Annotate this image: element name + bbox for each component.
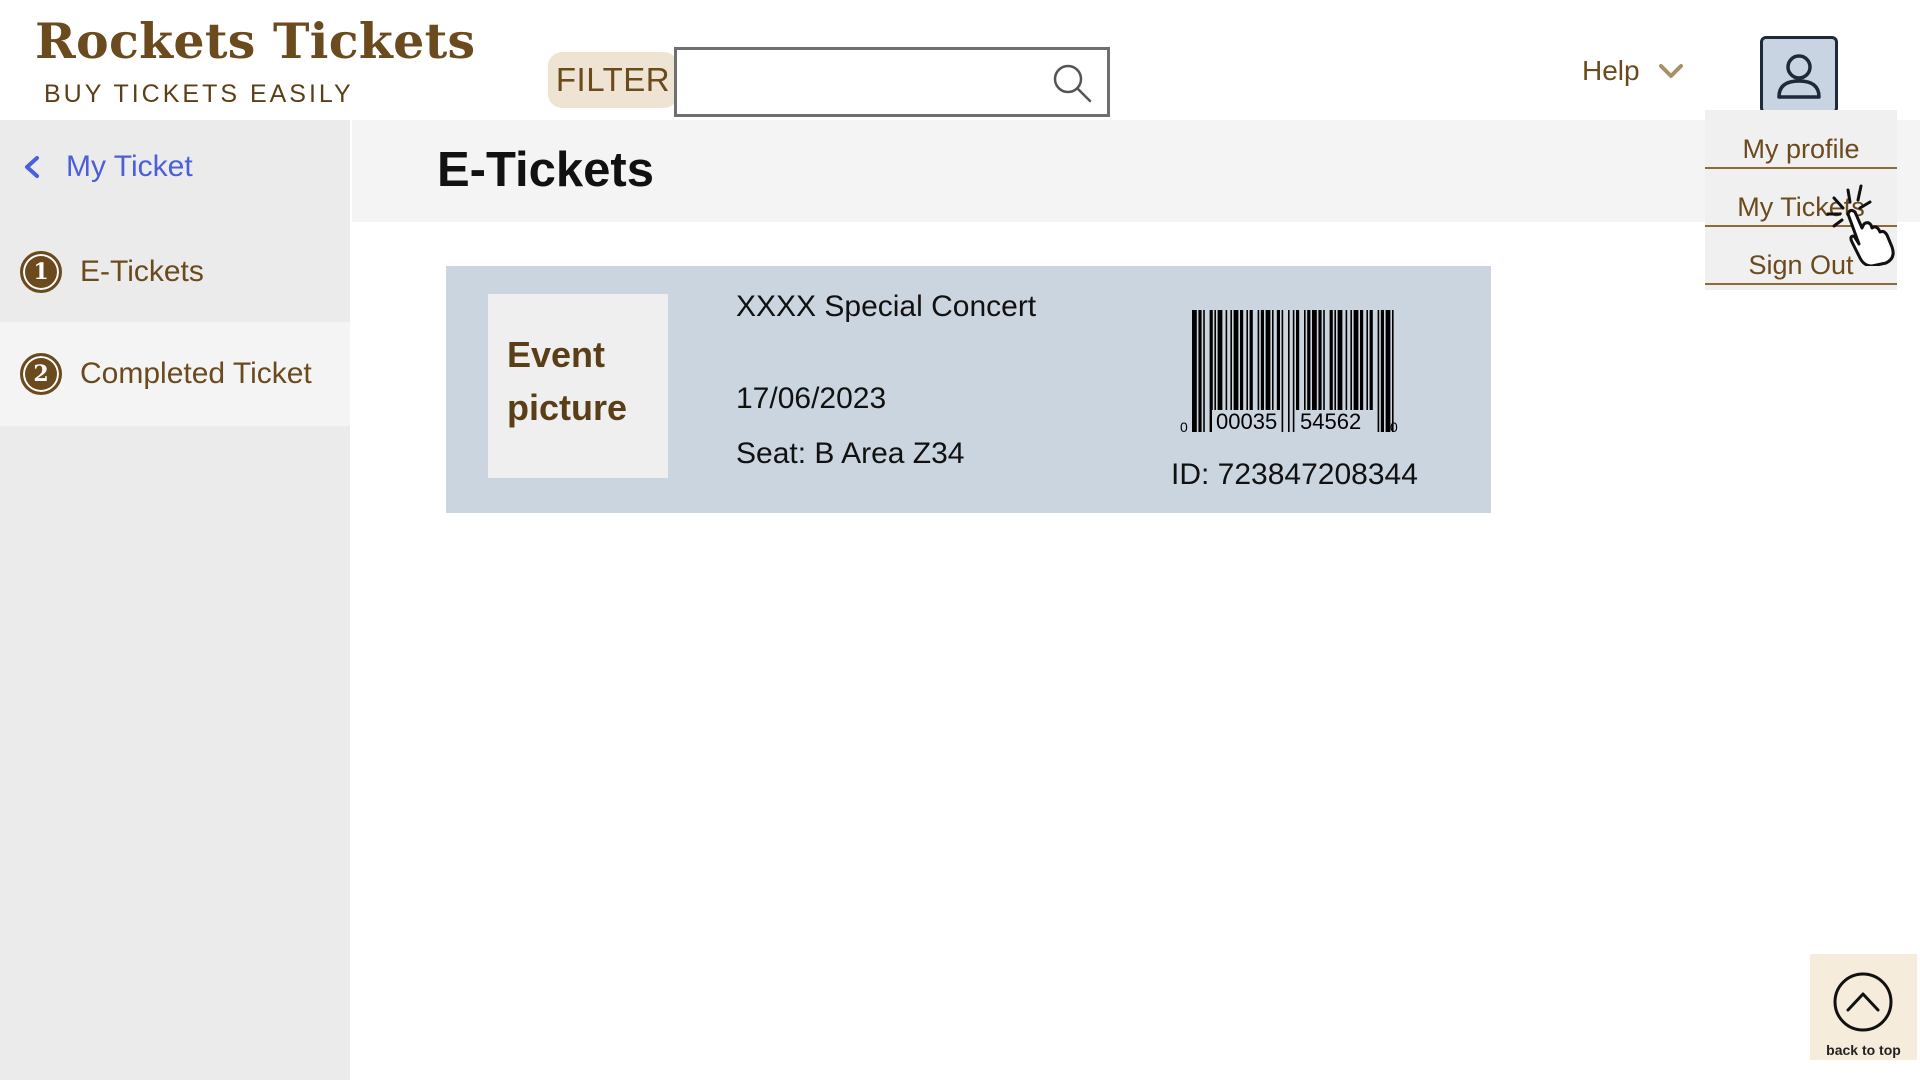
event-picture-placeholder: Event picture (488, 294, 668, 478)
event-name: XXXX Special Concert (736, 290, 1037, 323)
sidebar-item-e-tickets[interactable]: 1 E-Tickets (0, 220, 350, 324)
page-title: E-Tickets (437, 143, 654, 197)
step-badge-2: 2 (20, 353, 62, 395)
sidebar: My Ticket 1 E-Tickets 2 Completed Ticket (0, 120, 350, 1080)
barcode-left-digit: 0 (1180, 419, 1188, 434)
brand-title[interactable]: Rockets Tickets (35, 12, 475, 70)
help-label: Help (1582, 55, 1640, 86)
menu-item-my-profile[interactable]: My profile (1705, 134, 1897, 169)
barcode-group-2: 54562 (1300, 409, 1361, 434)
back-to-top-label: back to top (1826, 1042, 1901, 1058)
sidebar-item-label: Completed Ticket (80, 357, 312, 390)
help-menu[interactable]: Help (1582, 55, 1684, 87)
search-box (674, 47, 1110, 117)
menu-item-my-tickets[interactable]: My Tickets (1705, 192, 1897, 227)
event-date: 17/06/2023 (736, 382, 887, 415)
menu-item-sign-out[interactable]: Sign Out (1705, 250, 1897, 285)
seat-info: Seat: B Area Z34 (736, 437, 965, 470)
search-icon[interactable] (1051, 62, 1093, 104)
user-icon (1777, 54, 1821, 99)
ticket-id: ID: 723847208344 (1171, 458, 1418, 491)
title-bar: E-Tickets (352, 120, 1920, 222)
header: Rockets Tickets BUY TICKETS EASILY FILTE… (0, 0, 1920, 120)
back-link-label: My Ticket (66, 150, 193, 183)
chevron-down-icon (1658, 64, 1683, 78)
arrow-up-circle-icon (1833, 972, 1893, 1032)
back-to-top-button[interactable]: back to top (1810, 954, 1917, 1060)
sidebar-item-label: E-Tickets (80, 255, 204, 288)
account-button[interactable] (1760, 36, 1838, 114)
barcode-group-1: 00035 (1216, 409, 1277, 434)
back-link[interactable]: My Ticket (22, 150, 193, 184)
chevron-left-icon (25, 156, 39, 178)
account-dropdown-menu: My profile My Tickets Sign Out (1705, 110, 1897, 290)
sidebar-item-completed-ticket[interactable]: 2 Completed Ticket (0, 322, 350, 426)
filter-button[interactable]: FILTER (548, 52, 678, 108)
barcode-right-digit: 0 (1390, 419, 1398, 434)
ticket-card[interactable]: Event picture XXXX Special Concert 17/06… (446, 266, 1491, 513)
search-input[interactable] (687, 58, 1041, 108)
step-badge-1: 1 (20, 251, 62, 293)
brand-subtitle: BUY TICKETS EASILY (44, 80, 354, 108)
barcode: 0 00035 54562 0 (1180, 310, 1398, 434)
